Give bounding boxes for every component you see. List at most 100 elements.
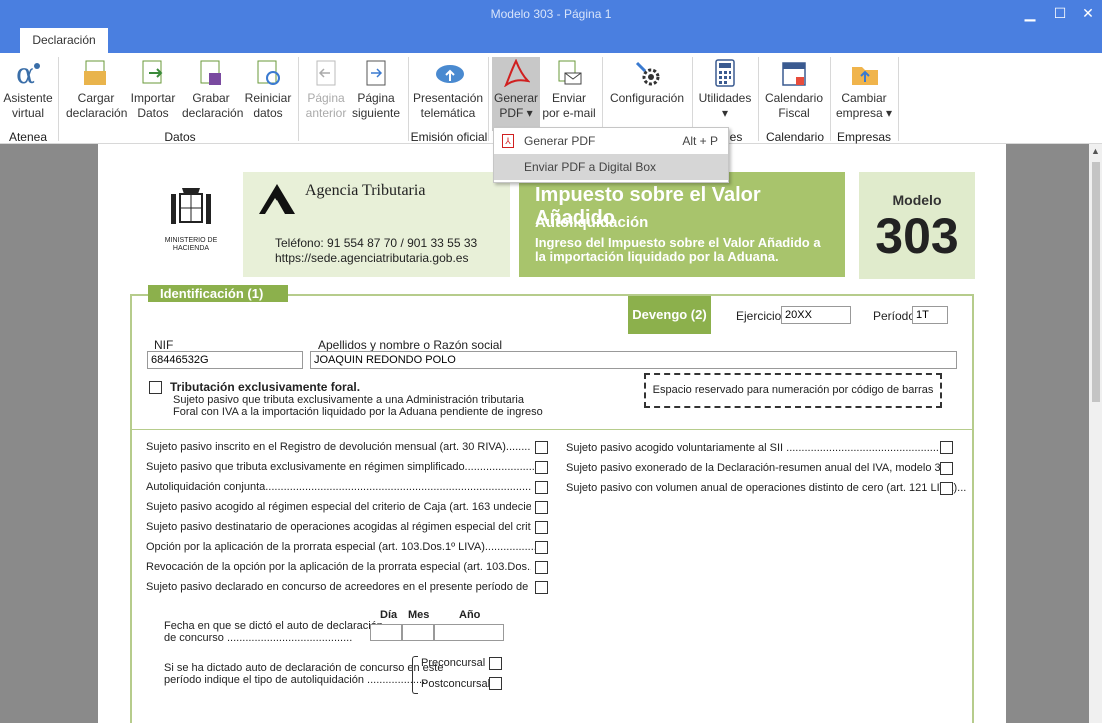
fecha-line1: Fecha en que se dictó el auto de declara… xyxy=(164,620,383,632)
grabar-declaracion-button[interactable]: Grabar declaración xyxy=(182,57,243,123)
generar-pdf-button[interactable]: Generar PDF ▾ xyxy=(492,57,540,131)
ejercicio-field[interactable] xyxy=(781,306,851,324)
left-item-6: Opción por la aplicación de la prorrata … xyxy=(146,541,543,553)
vertical-scrollbar[interactable]: ▲ xyxy=(1089,144,1102,723)
group-label-calendario: Calendario xyxy=(765,130,825,144)
form-page: MINISTERIO DE HACIENDA Agencia Tributari… xyxy=(98,144,1006,723)
periodo-field[interactable] xyxy=(912,306,948,324)
menu-item-generar-pdf[interactable]: ⅄ Generar PDF Alt + P xyxy=(494,128,728,154)
left-checkbox-8[interactable] xyxy=(535,581,548,594)
cloud-upload-icon xyxy=(434,59,464,87)
nif-field[interactable] xyxy=(147,351,303,369)
devengo-tab: Devengo (2) xyxy=(628,296,711,334)
email-icon xyxy=(555,59,583,87)
cambiar-empresa-button[interactable]: Cambiar empresa ▾ xyxy=(834,57,894,123)
postconcursal-checkbox[interactable] xyxy=(489,677,502,690)
anio-label: Año xyxy=(459,609,481,621)
agencia-telefono: Teléfono: 91 554 87 70 / 901 33 55 33 xyxy=(275,236,478,250)
group-label-emision: Emisión oficial xyxy=(410,130,488,144)
arrow-right-icon xyxy=(362,59,390,87)
group-label-atenea: Atenea xyxy=(8,130,48,144)
nif-label: NIF xyxy=(154,338,174,352)
right-item-3: Sujeto pasivo con volumen anual de opera… xyxy=(566,482,967,494)
folder-open-icon xyxy=(82,59,110,87)
asistente-virtual-button[interactable]: α Asistente virtual xyxy=(2,57,54,123)
left-checkbox-2[interactable] xyxy=(535,461,548,474)
calendar-icon xyxy=(780,59,808,87)
modelo-box: Modelo 303 xyxy=(859,172,975,279)
group-label-utilidades: es xyxy=(729,130,743,144)
periodo-label: Período xyxy=(873,309,916,323)
enviar-email-button[interactable]: Enviar por e-mail xyxy=(542,57,596,123)
scroll-thumb[interactable] xyxy=(1092,162,1100,402)
fecha-anio-field[interactable] xyxy=(434,624,504,641)
menu-item-enviar-digital-box[interactable]: Enviar PDF a Digital Box xyxy=(494,154,728,180)
svg-text:α: α xyxy=(16,59,35,87)
pagina-anterior-button[interactable]: Página anterior xyxy=(302,57,350,123)
foral-line2: Foral con IVA a la importación liquidado… xyxy=(173,406,543,418)
utilidades-button[interactable]: Utilidades ▾ xyxy=(696,57,754,123)
agencia-web: https://sede.agenciatributaria.gob.es xyxy=(275,251,469,265)
reiniciar-datos-button[interactable]: Reiniciar datos xyxy=(244,57,292,123)
minimize-icon[interactable]: ▁ xyxy=(1020,4,1040,24)
autoliquidacion-title: Autoliquidación xyxy=(535,214,649,231)
left-checkbox-5[interactable] xyxy=(535,521,548,534)
pagina-siguiente-button[interactable]: Página siguiente xyxy=(350,57,402,123)
agencia-name: Agencia Tributaria xyxy=(305,182,426,199)
right-item-1: Sujeto pasivo acogido voluntariamente al… xyxy=(566,442,946,454)
window-title: Modelo 303 - Página 1 xyxy=(490,7,612,21)
pdf-small-icon: ⅄ xyxy=(502,134,514,148)
calendario-fiscal-button[interactable]: Calendario Fiscal xyxy=(762,57,826,123)
foral-title: Tributación exclusivamente foral. xyxy=(170,380,361,394)
impuesto-subtitle: Ingreso del Impuesto sobre el Valor Añad… xyxy=(535,235,821,264)
left-item-3: Autoliquidación conjunta................… xyxy=(146,481,531,493)
auto-line2: período indique el tipo de autoliquidaci… xyxy=(164,674,429,686)
cargar-declaracion-button[interactable]: Cargar declaración xyxy=(64,57,128,123)
right-item-2: Sujeto pasivo exonerado de la Declaració… xyxy=(566,462,953,474)
fecha-line2: de concurso ............................… xyxy=(164,632,353,644)
ejercicio-label: Ejercicio xyxy=(736,309,782,323)
ministerio-text: MINISTERIO DE HACIENDA xyxy=(164,237,218,252)
preconcursal-checkbox[interactable] xyxy=(489,657,502,670)
right-checkbox-1[interactable] xyxy=(940,441,953,454)
barcode-area: Espacio reservado para numeración por có… xyxy=(644,373,942,408)
fecha-mes-field[interactable] xyxy=(402,624,434,641)
left-item-2: Sujeto pasivo que tributa exclusivamente… xyxy=(146,461,541,473)
preconcursal-label: Preconcursal xyxy=(421,657,486,669)
refresh-icon xyxy=(254,59,282,87)
left-checkbox-1[interactable] xyxy=(535,441,548,454)
nombre-field[interactable] xyxy=(310,351,957,369)
left-checkbox-6[interactable] xyxy=(535,541,548,554)
maximize-icon[interactable]: ☐ xyxy=(1050,4,1070,24)
presentacion-telematica-button[interactable]: Presentación telemática xyxy=(412,57,484,123)
right-checkbox-2[interactable] xyxy=(940,462,953,475)
agencia-logo-box: Agencia Tributaria Teléfono: 91 554 87 7… xyxy=(243,172,510,277)
left-checkbox-3[interactable] xyxy=(535,481,548,494)
left-item-1: Sujeto pasivo inscrito en el Registro de… xyxy=(146,441,531,453)
gear-icon xyxy=(633,59,661,87)
folder-up-icon xyxy=(850,59,878,87)
group-label-empresas: Empresas xyxy=(836,130,892,144)
foral-checkbox[interactable] xyxy=(149,381,162,394)
close-icon[interactable]: ✕ xyxy=(1078,4,1098,24)
mes-label: Mes xyxy=(408,609,430,621)
tab-declaracion[interactable]: Declaración xyxy=(20,28,108,53)
right-checkbox-3[interactable] xyxy=(940,482,953,495)
window-titlebar: Modelo 303 - Página 1 xyxy=(0,0,1102,30)
fecha-dia-field[interactable] xyxy=(370,624,402,641)
import-icon xyxy=(139,59,167,87)
foral-line1: Sujeto pasivo que tributa exclusivamente… xyxy=(173,394,524,406)
arrow-left-icon xyxy=(312,59,340,87)
importar-datos-button[interactable]: Importar Datos xyxy=(128,57,178,123)
postconcursal-label: Postconcursal xyxy=(421,678,491,690)
menu-shortcut: Alt + P xyxy=(682,134,718,148)
save-icon xyxy=(197,59,225,87)
coat-of-arms-icon xyxy=(171,188,211,224)
left-checkbox-4[interactable] xyxy=(535,501,548,514)
scroll-up-icon[interactable]: ▲ xyxy=(1091,146,1100,156)
configuracion-button[interactable]: Configuración xyxy=(608,57,686,123)
left-item-7: Revocación de la opción por la aplicació… xyxy=(146,561,531,573)
modelo-label: Modelo xyxy=(892,192,942,208)
atenea-icon: α xyxy=(14,57,42,90)
left-checkbox-7[interactable] xyxy=(535,561,548,574)
